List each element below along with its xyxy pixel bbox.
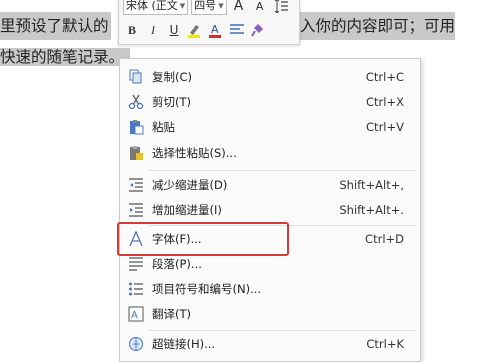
menu-item-shortcut: Ctrl+K [366,337,404,351]
line-spacing-button[interactable] [272,0,290,15]
menu-item-paste[interactable]: 粘贴 Ctrl+V [120,115,420,139]
font-size-value: 四号 [194,0,217,12]
hyperlink-icon [128,336,144,352]
menu-item-label: 剪切(T) [152,95,191,109]
menu-item-bullets-numbering[interactable]: 项目符号和编号(N)... [120,277,420,301]
menu-item-copy[interactable]: 复制(C) Ctrl+C [120,65,420,89]
cut-icon [128,94,144,110]
font-icon [128,231,144,247]
chevron-down-icon: ▼ [218,2,224,10]
menu-item-label: 选择性粘贴(S)... [152,146,237,160]
font-size-dropdown[interactable]: 四号 ▼ [191,0,227,15]
svg-text:A: A [211,23,219,36]
menu-item-shortcut: Shift+Alt+. [339,203,404,217]
font-name-dropdown[interactable]: 宋体 (正文 ▼ [123,0,189,15]
paste-icon [128,119,144,135]
document-text-selected: 入你的内容即可；可用 [300,12,456,40]
italic-button[interactable]: I [144,21,162,39]
menu-item-label: 超链接(H)... [152,337,216,351]
increase-indent-icon [128,202,144,218]
format-painter-icon [251,24,263,37]
menu-item-hyperlink[interactable]: 超链接(H)... Ctrl+K [120,332,420,356]
menu-item-label: 段落(P)... [152,257,202,271]
align-button[interactable] [228,21,246,39]
line-spacing-icon [274,0,288,13]
context-menu: 复制(C) Ctrl+C 剪切(T) Ctrl+X 粘贴 Ctrl+V 选择性粘… [119,58,421,362]
menu-separator [148,330,416,331]
menu-item-translate[interactable]: A 翻译(T) [120,302,420,326]
chevron-down-icon: ▼ [179,2,186,10]
menu-item-label: 项目符号和编号(N)... [152,282,262,296]
menu-item-label: 粘贴 [152,120,175,134]
format-painter-button[interactable] [249,21,267,39]
highlight-color-button[interactable] [186,21,204,39]
document-text-selected: 里预设了默认的 [0,12,111,40]
menu-item-label: 复制(C) [152,70,193,84]
menu-item-cut[interactable]: 剪切(T) Ctrl+X [120,90,420,114]
paragraph-icon [128,256,144,272]
menu-item-shortcut: Ctrl+X [366,95,404,109]
menu-item-label: 减少缩进量(D) [152,178,228,192]
menu-item-shortcut: Ctrl+C [365,70,404,84]
document-text-selected: 快速的随笔记录。 [0,48,131,66]
highlighter-icon [188,25,200,38]
menu-item-shortcut: Ctrl+V [366,120,404,134]
document-line-2: 快速的随笔记录。 [0,43,131,71]
menu-item-label: 翻译(T) [152,307,191,321]
menu-separator [148,225,416,226]
menu-item-shortcut: Shift+Alt+, [339,178,404,192]
bullets-icon [128,281,144,297]
font-color-button[interactable]: A [207,21,225,39]
grow-font-button[interactable]: A [230,0,248,15]
menu-item-shortcut: Ctrl+D [365,232,404,246]
font-color-icon: A [209,23,221,38]
menu-item-increase-indent[interactable]: 增加缩进量(I) Shift+Alt+. [120,198,420,222]
mini-formatting-toolbar: 宋体 (正文 ▼ 四号 ▼ A A B I U A [118,0,300,45]
paste-special-icon [128,145,144,161]
menu-item-label: 字体(F)... [152,232,202,246]
decrease-indent-icon [128,177,144,193]
align-icon [230,24,244,34]
menu-item-label: 增加缩进量(I) [152,203,222,217]
menu-item-font[interactable]: 字体(F)... Ctrl+D [120,227,420,251]
menu-separator [148,170,416,171]
menu-item-paste-special[interactable]: 选择性粘贴(S)... [120,141,420,165]
underline-button[interactable]: U [165,21,183,39]
svg-text:A: A [131,310,138,321]
menu-item-decrease-indent[interactable]: 减少缩进量(D) Shift+Alt+, [120,173,420,197]
shrink-font-button[interactable]: A [251,0,269,15]
translate-icon: A [128,306,144,322]
copy-icon [128,69,144,85]
bold-button[interactable]: B [123,21,141,39]
menu-item-paragraph[interactable]: 段落(P)... [120,252,420,276]
font-name-value: 宋体 (正文 [126,0,178,12]
